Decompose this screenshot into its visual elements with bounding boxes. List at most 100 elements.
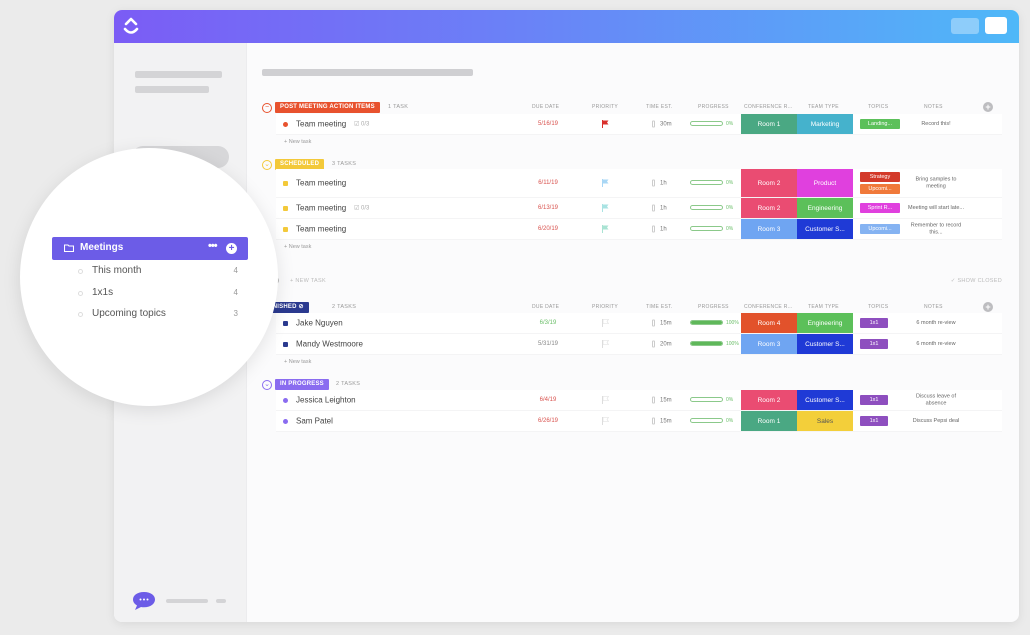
column-header-time-est[interactable]: TIME EST.	[646, 104, 673, 110]
new-task-button[interactable]: + New task	[276, 240, 1002, 254]
team-type-cell[interactable]: Product	[797, 169, 853, 197]
task-name[interactable]: Team meeting	[296, 225, 346, 234]
column-header-progress[interactable]: PROGRESS	[698, 104, 729, 110]
due-date[interactable]: 6/3/19	[528, 320, 568, 326]
window-control-button[interactable]	[951, 18, 979, 34]
notes-cell[interactable]: 6 month re-view	[908, 341, 964, 348]
table-row[interactable]: Mandy Westmoore 5/31/19 20m 100% Room 3 …	[276, 334, 1002, 355]
task-name[interactable]: Team meeting	[296, 120, 346, 129]
topic-tag[interactable]: Strategy	[860, 172, 900, 182]
team-type-cell[interactable]: Engineering	[797, 313, 853, 333]
due-date[interactable]: 6/13/19	[528, 205, 568, 211]
conference-room-cell[interactable]: Room 4	[741, 313, 797, 333]
task-name[interactable]: Sam Patel	[296, 417, 333, 426]
table-row[interactable]: Team meeting ☑ 0/3 6/13/19 1h 0% Room 2 …	[276, 198, 1002, 219]
priority-flag-icon[interactable]	[602, 417, 609, 425]
sidebar-folder-meetings[interactable]: Meetings ••• +	[52, 237, 248, 260]
add-column-button[interactable]: +	[983, 102, 993, 112]
table-row[interactable]: Team meeting 6/20/19 1h 0% Room 3 Custom…	[276, 219, 1002, 240]
table-row[interactable]: Team meeting ☑ 0/3 5/16/19 30m 0% Room 1…	[276, 114, 1002, 135]
chat-icon[interactable]	[132, 591, 156, 611]
priority-flag-icon[interactable]	[602, 120, 609, 128]
topic-tag[interactable]: Upcomi...	[860, 224, 900, 234]
more-options-icon[interactable]: •••	[208, 240, 218, 252]
new-task-button[interactable]: + New task	[276, 135, 1002, 149]
priority-flag-icon[interactable]	[602, 319, 609, 327]
column-header-progress[interactable]: PROGRESS	[698, 304, 729, 310]
priority-flag-icon[interactable]	[602, 396, 609, 404]
table-row[interactable]: Jessica Leighton 6/4/19 15m 0% Room 2 Cu…	[276, 390, 1002, 411]
add-list-icon[interactable]: +	[226, 243, 237, 254]
new-task-button[interactable]: + New task	[276, 355, 1002, 369]
due-date[interactable]: 5/16/19	[528, 121, 568, 127]
time-estimate[interactable]: 20m	[652, 340, 672, 348]
topic-tag[interactable]: 1x1	[860, 416, 888, 426]
column-header-team-type[interactable]: TEAM TYPE	[808, 304, 839, 310]
new-task-header-button[interactable]: + NEW TASK	[290, 278, 326, 284]
topic-tag[interactable]: Landing...	[860, 119, 900, 129]
column-header-priority[interactable]: PRIORITY	[592, 304, 618, 310]
collapse-icon[interactable]: ⌄	[262, 160, 272, 170]
time-estimate[interactable]: 15m	[652, 417, 672, 425]
collapse-icon[interactable]: −	[262, 103, 272, 113]
conference-room-cell[interactable]: Room 1	[741, 411, 797, 431]
topic-tag[interactable]: Sprint R...	[860, 203, 900, 213]
team-type-cell[interactable]: Sales	[797, 411, 853, 431]
conference-room-cell[interactable]: Room 2	[741, 198, 797, 218]
topic-tag[interactable]: 1x1	[860, 318, 888, 328]
priority-flag-icon[interactable]	[602, 179, 609, 187]
time-estimate[interactable]: 1h	[652, 204, 667, 212]
priority-flag-icon[interactable]	[602, 204, 609, 212]
notes-cell[interactable]: Record this!	[908, 121, 964, 128]
conference-room-cell[interactable]: Room 2	[741, 390, 797, 410]
task-name[interactable]: Team meeting	[296, 179, 346, 188]
time-estimate[interactable]: 15m	[652, 396, 672, 404]
conference-room-cell[interactable]: Room 3	[741, 219, 797, 239]
table-row[interactable]: Team meeting 6/11/19 1h 0% Room 2 Produc…	[276, 169, 1002, 198]
sidebar-list-upcoming-topics[interactable]: Upcoming topics 3	[78, 308, 238, 322]
due-date[interactable]: 6/11/19	[528, 180, 568, 186]
notes-cell[interactable]: Meeting will start late...	[908, 205, 964, 212]
priority-flag-icon[interactable]	[602, 225, 609, 233]
topic-tag[interactable]: 1x1	[860, 339, 888, 349]
conference-room-cell[interactable]: Room 1	[741, 114, 797, 134]
column-header-notes[interactable]: NOTES	[924, 104, 943, 110]
clickup-logo-icon[interactable]	[122, 16, 140, 38]
due-date[interactable]: 6/20/19	[528, 226, 568, 232]
column-header-team-type[interactable]: TEAM TYPE	[808, 104, 839, 110]
table-row[interactable]: Sam Patel 6/26/19 15m 0% Room 1 Sales 1x…	[276, 411, 1002, 432]
time-estimate[interactable]: 1h	[652, 179, 667, 187]
topic-tag[interactable]: 1x1	[860, 395, 888, 405]
column-header-due-date[interactable]: DUE DATE	[532, 104, 559, 110]
column-header-topics[interactable]: TOPICS	[868, 104, 888, 110]
due-date[interactable]: 6/4/19	[528, 397, 568, 403]
collapse-icon[interactable]: ⌄	[262, 380, 272, 390]
conference-room-cell[interactable]: Room 2	[741, 169, 797, 197]
task-name[interactable]: Jessica Leighton	[296, 396, 356, 405]
column-header-conference-room[interactable]: CONFERENCE R...	[744, 104, 793, 110]
team-type-cell[interactable]: Marketing	[797, 114, 853, 134]
topic-tag[interactable]: Upcomi...	[860, 184, 900, 194]
table-row[interactable]: Jake Nguyen 6/3/19 15m 100% Room 4 Engin…	[276, 313, 1002, 334]
team-type-cell[interactable]: Customer S...	[797, 334, 853, 354]
time-estimate[interactable]: 15m	[652, 319, 672, 327]
priority-flag-icon[interactable]	[602, 340, 609, 348]
notes-cell[interactable]: Bring samples to meeting	[908, 177, 964, 190]
column-header-notes[interactable]: NOTES	[924, 304, 943, 310]
time-estimate[interactable]: 30m	[652, 120, 672, 128]
due-date[interactable]: 6/26/19	[528, 418, 568, 424]
notes-cell[interactable]: 6 month re-view	[908, 320, 964, 327]
notes-cell[interactable]: Remember to record this...	[908, 223, 964, 236]
sidebar-list-this-month[interactable]: This month 4	[78, 265, 238, 279]
column-header-topics[interactable]: TOPICS	[868, 304, 888, 310]
notes-cell[interactable]: Discuss leave of absence	[908, 394, 964, 407]
task-name[interactable]: Mandy Westmoore	[296, 340, 363, 349]
column-header-conference-room[interactable]: CONFERENCE R...	[744, 304, 793, 310]
task-name[interactable]: Jake Nguyen	[296, 319, 343, 328]
show-closed-button[interactable]: ✓ SHOW CLOSED	[951, 278, 1002, 284]
add-column-button[interactable]: +	[983, 302, 993, 312]
due-date[interactable]: 5/31/19	[528, 341, 568, 347]
column-header-time-est[interactable]: TIME EST.	[646, 304, 673, 310]
sidebar-list-1x1s[interactable]: 1x1s 4	[78, 287, 238, 301]
team-type-cell[interactable]: Customer S...	[797, 390, 853, 410]
